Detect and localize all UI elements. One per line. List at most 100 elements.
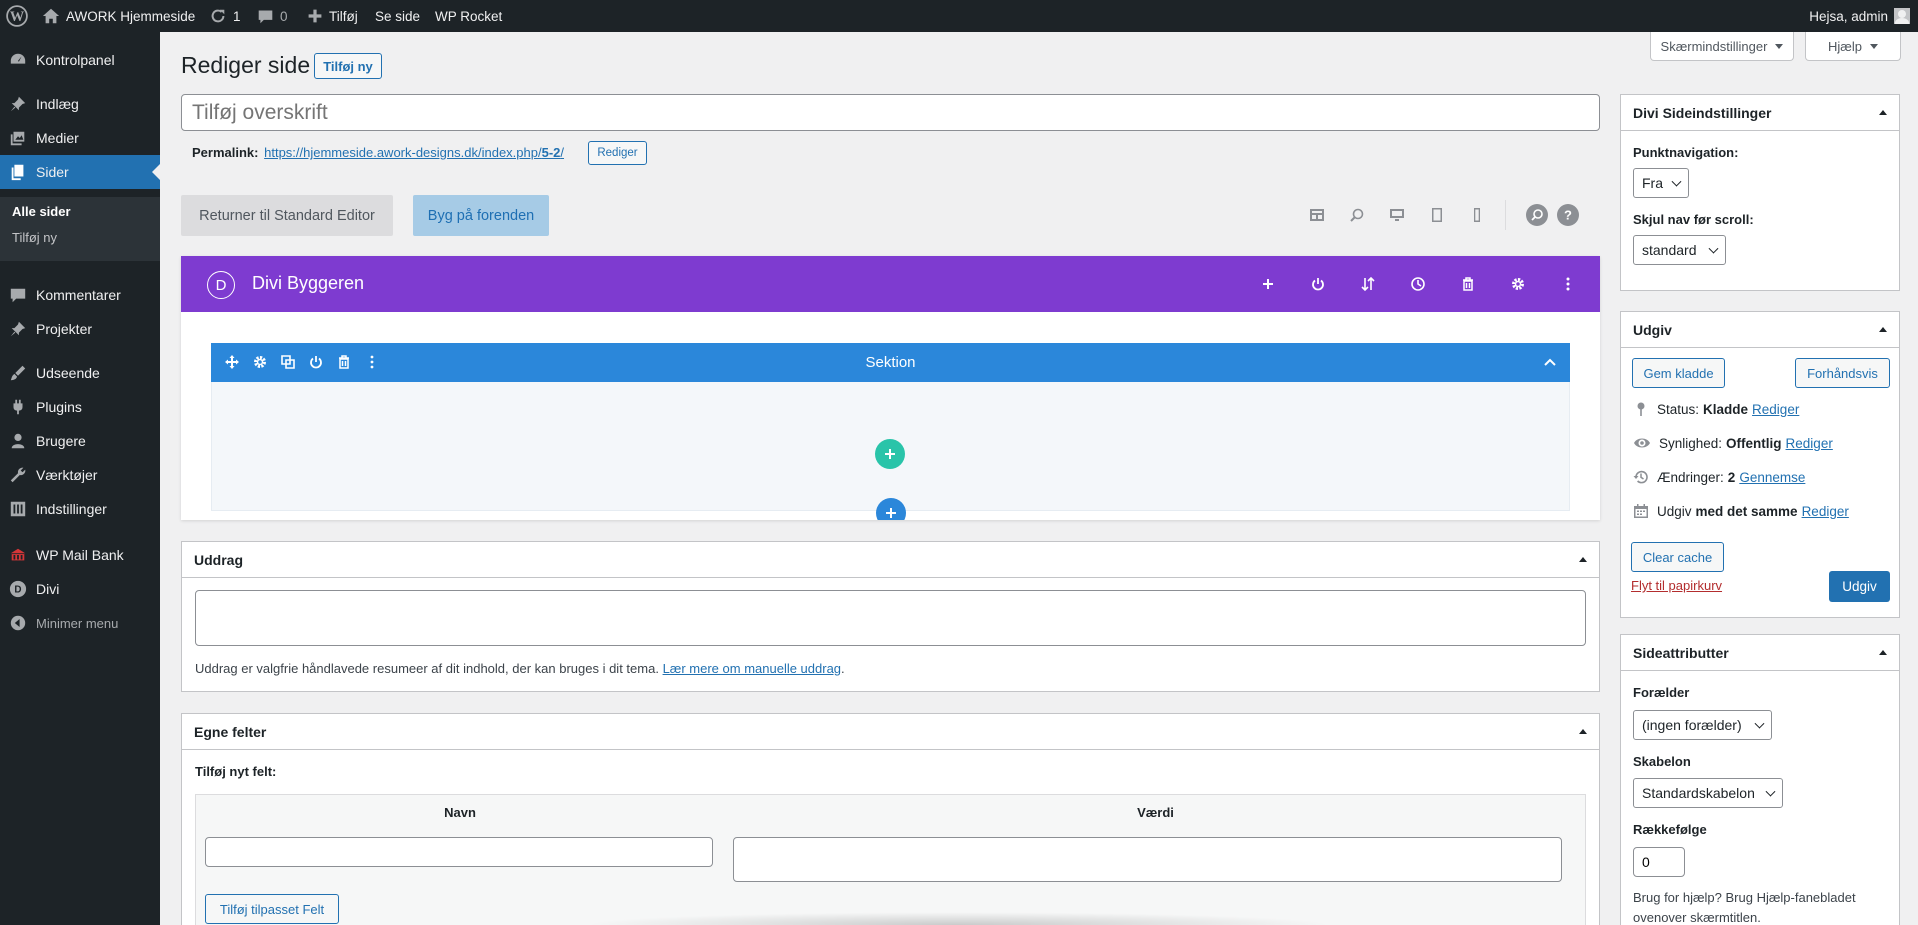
visibility-label: Synlighed: bbox=[1659, 435, 1723, 451]
collapse-arrow-icon[interactable] bbox=[1879, 327, 1887, 332]
add-new-button[interactable]: Tilføj ny bbox=[314, 53, 382, 79]
sidebar-item-label: Sider bbox=[36, 164, 69, 180]
return-standard-editor-button[interactable]: Returner til Standard Editor bbox=[181, 195, 393, 236]
add-section-button[interactable] bbox=[876, 498, 906, 520]
new-field-value-textarea[interactable] bbox=[733, 837, 1562, 882]
history-icon[interactable] bbox=[1410, 276, 1426, 292]
custom-fields-header[interactable]: Egne felter bbox=[182, 714, 1599, 750]
view-page-link[interactable]: Se side bbox=[375, 0, 420, 32]
drop-shadow bbox=[583, 912, 1333, 925]
trash-icon[interactable] bbox=[336, 354, 352, 370]
template-value: Standardskabelon bbox=[1642, 785, 1755, 801]
excerpt-header[interactable]: Uddrag bbox=[182, 542, 1599, 578]
publish-header[interactable]: Udgiv bbox=[1621, 312, 1899, 348]
pages-icon bbox=[11, 164, 24, 181]
search-icon[interactable] bbox=[1526, 204, 1548, 226]
help-icon[interactable]: ? bbox=[1557, 204, 1579, 226]
save-draft-button[interactable]: Gem kladde bbox=[1632, 358, 1725, 388]
move-to-trash-link[interactable]: Flyt til papirkurv bbox=[1631, 578, 1722, 593]
updates-count: 1 bbox=[233, 8, 241, 24]
visibility-edit-link[interactable]: Rediger bbox=[1786, 436, 1833, 451]
sort-icon[interactable] bbox=[1360, 276, 1376, 292]
sidebar-item-media[interactable]: Medier bbox=[0, 121, 160, 155]
collapse-arrow-icon[interactable] bbox=[1579, 557, 1587, 562]
updates-link[interactable]: 1 bbox=[209, 0, 241, 32]
tablet-icon[interactable] bbox=[1429, 207, 1445, 223]
build-on-frontend-button[interactable]: Byg på forenden bbox=[413, 195, 549, 236]
power-icon[interactable] bbox=[308, 354, 324, 370]
divi-builder-title: Divi Byggeren bbox=[252, 273, 365, 293]
add-custom-field-button[interactable]: Tilføj tilpasset Felt bbox=[205, 894, 339, 924]
permalink-link[interactable]: https://hjemmeside.awork-designs.dk/inde… bbox=[264, 145, 564, 160]
collapse-arrow-icon[interactable] bbox=[1879, 110, 1887, 115]
zoom-icon[interactable] bbox=[1349, 207, 1365, 223]
screen-options-button[interactable]: Skærmindstillinger bbox=[1650, 32, 1794, 61]
help-button[interactable]: Hjælp bbox=[1805, 32, 1901, 61]
collapse-arrow-icon[interactable] bbox=[1579, 729, 1587, 734]
template-select[interactable]: Standardskabelon bbox=[1633, 778, 1783, 808]
column-header-name: Navn bbox=[444, 805, 476, 820]
trash-icon[interactable] bbox=[1460, 276, 1476, 292]
sidebar-item-label: Kontrolpanel bbox=[36, 52, 115, 68]
publish-date-label: Udgiv bbox=[1657, 503, 1692, 519]
sidebar-item-tools[interactable]: Værktøjer bbox=[0, 458, 160, 492]
new-field-name-input[interactable] bbox=[205, 837, 713, 867]
my-account-link[interactable]: Hejsa, admin bbox=[1809, 0, 1910, 32]
chevron-up-icon[interactable] bbox=[1542, 354, 1558, 370]
divi-section[interactable]: Sektion bbox=[211, 343, 1570, 511]
sidebar-item-appearance[interactable]: Udseende bbox=[0, 356, 160, 390]
layout-icon[interactable] bbox=[1309, 207, 1325, 223]
sidebar-item-projects[interactable]: Projekter bbox=[0, 312, 160, 346]
sidebar-item-users[interactable]: Brugere bbox=[0, 424, 160, 458]
phone-icon[interactable] bbox=[1469, 207, 1485, 223]
desktop-icon[interactable] bbox=[1389, 207, 1405, 223]
sidebar-item-wp-mail-bank[interactable]: WP Mail Bank bbox=[0, 538, 160, 572]
site-name-link[interactable]: AWORK Hjemmeside bbox=[42, 0, 195, 32]
publish-button[interactable]: Udgiv bbox=[1829, 571, 1890, 602]
sidebar-item-comments[interactable]: Kommentarer bbox=[0, 278, 160, 312]
power-icon[interactable] bbox=[1310, 276, 1326, 292]
move-icon[interactable] bbox=[224, 354, 240, 370]
gear-icon[interactable] bbox=[1510, 276, 1526, 292]
sidebar-item-plugins[interactable]: Plugins bbox=[0, 390, 160, 424]
permalink-edit-button[interactable]: Rediger bbox=[588, 141, 647, 165]
preview-button[interactable]: Forhåndsvis bbox=[1795, 358, 1890, 388]
revisions-browse-link[interactable]: Gennemse bbox=[1739, 470, 1805, 485]
pin-icon bbox=[10, 321, 26, 337]
wp-rocket-link[interactable]: WP Rocket bbox=[435, 0, 502, 32]
submenu-item-add-new[interactable]: Tilføj ny bbox=[12, 230, 57, 245]
svg-text:W: W bbox=[10, 9, 25, 25]
add-row-button[interactable] bbox=[875, 439, 905, 469]
wordpress-logo-icon[interactable]: W bbox=[6, 0, 28, 32]
dot-navigation-value: Fra bbox=[1642, 175, 1663, 191]
publish-date-edit-link[interactable]: Rediger bbox=[1802, 504, 1849, 519]
more-vertical-icon[interactable] bbox=[364, 354, 380, 370]
collapse-menu-button[interactable]: Minimer menu bbox=[0, 606, 160, 640]
excerpt-textarea[interactable] bbox=[195, 590, 1586, 646]
sidebar-item-pages[interactable]: Sider bbox=[0, 155, 160, 189]
hide-nav-select[interactable]: standard bbox=[1633, 235, 1726, 265]
chevron-down-icon bbox=[1708, 243, 1719, 254]
title-input[interactable] bbox=[181, 94, 1600, 131]
submenu-item-all-pages[interactable]: Alle sider bbox=[12, 204, 71, 219]
sidebar-item-settings[interactable]: Indstillinger bbox=[0, 492, 160, 526]
dot-navigation-select[interactable]: Fra bbox=[1633, 168, 1689, 198]
divi-page-settings-header[interactable]: Divi Sideindstillinger bbox=[1621, 95, 1899, 131]
excerpt-learn-more-link[interactable]: Lær mere om manuelle uddrag bbox=[663, 661, 841, 676]
page-attributes-header[interactable]: Sideattributter bbox=[1621, 635, 1899, 671]
add-icon[interactable] bbox=[1260, 276, 1276, 292]
new-content-link[interactable]: Tilføj bbox=[307, 0, 358, 32]
status-edit-link[interactable]: Rediger bbox=[1752, 402, 1799, 417]
comments-link[interactable]: 0 bbox=[257, 0, 288, 32]
comments-count: 0 bbox=[280, 8, 288, 24]
collapse-arrow-icon[interactable] bbox=[1879, 650, 1887, 655]
clear-cache-button[interactable]: Clear cache bbox=[1631, 542, 1724, 572]
gear-icon[interactable] bbox=[252, 354, 268, 370]
more-vertical-icon[interactable] bbox=[1560, 276, 1576, 292]
parent-select[interactable]: (ingen forælder) bbox=[1633, 710, 1772, 740]
duplicate-icon[interactable] bbox=[280, 354, 296, 370]
order-input[interactable] bbox=[1633, 847, 1685, 877]
sidebar-item-dashboard[interactable]: Kontrolpanel bbox=[0, 43, 160, 77]
sidebar-item-posts[interactable]: Indlæg bbox=[0, 87, 160, 121]
sidebar-item-divi[interactable]: D Divi bbox=[0, 572, 160, 606]
